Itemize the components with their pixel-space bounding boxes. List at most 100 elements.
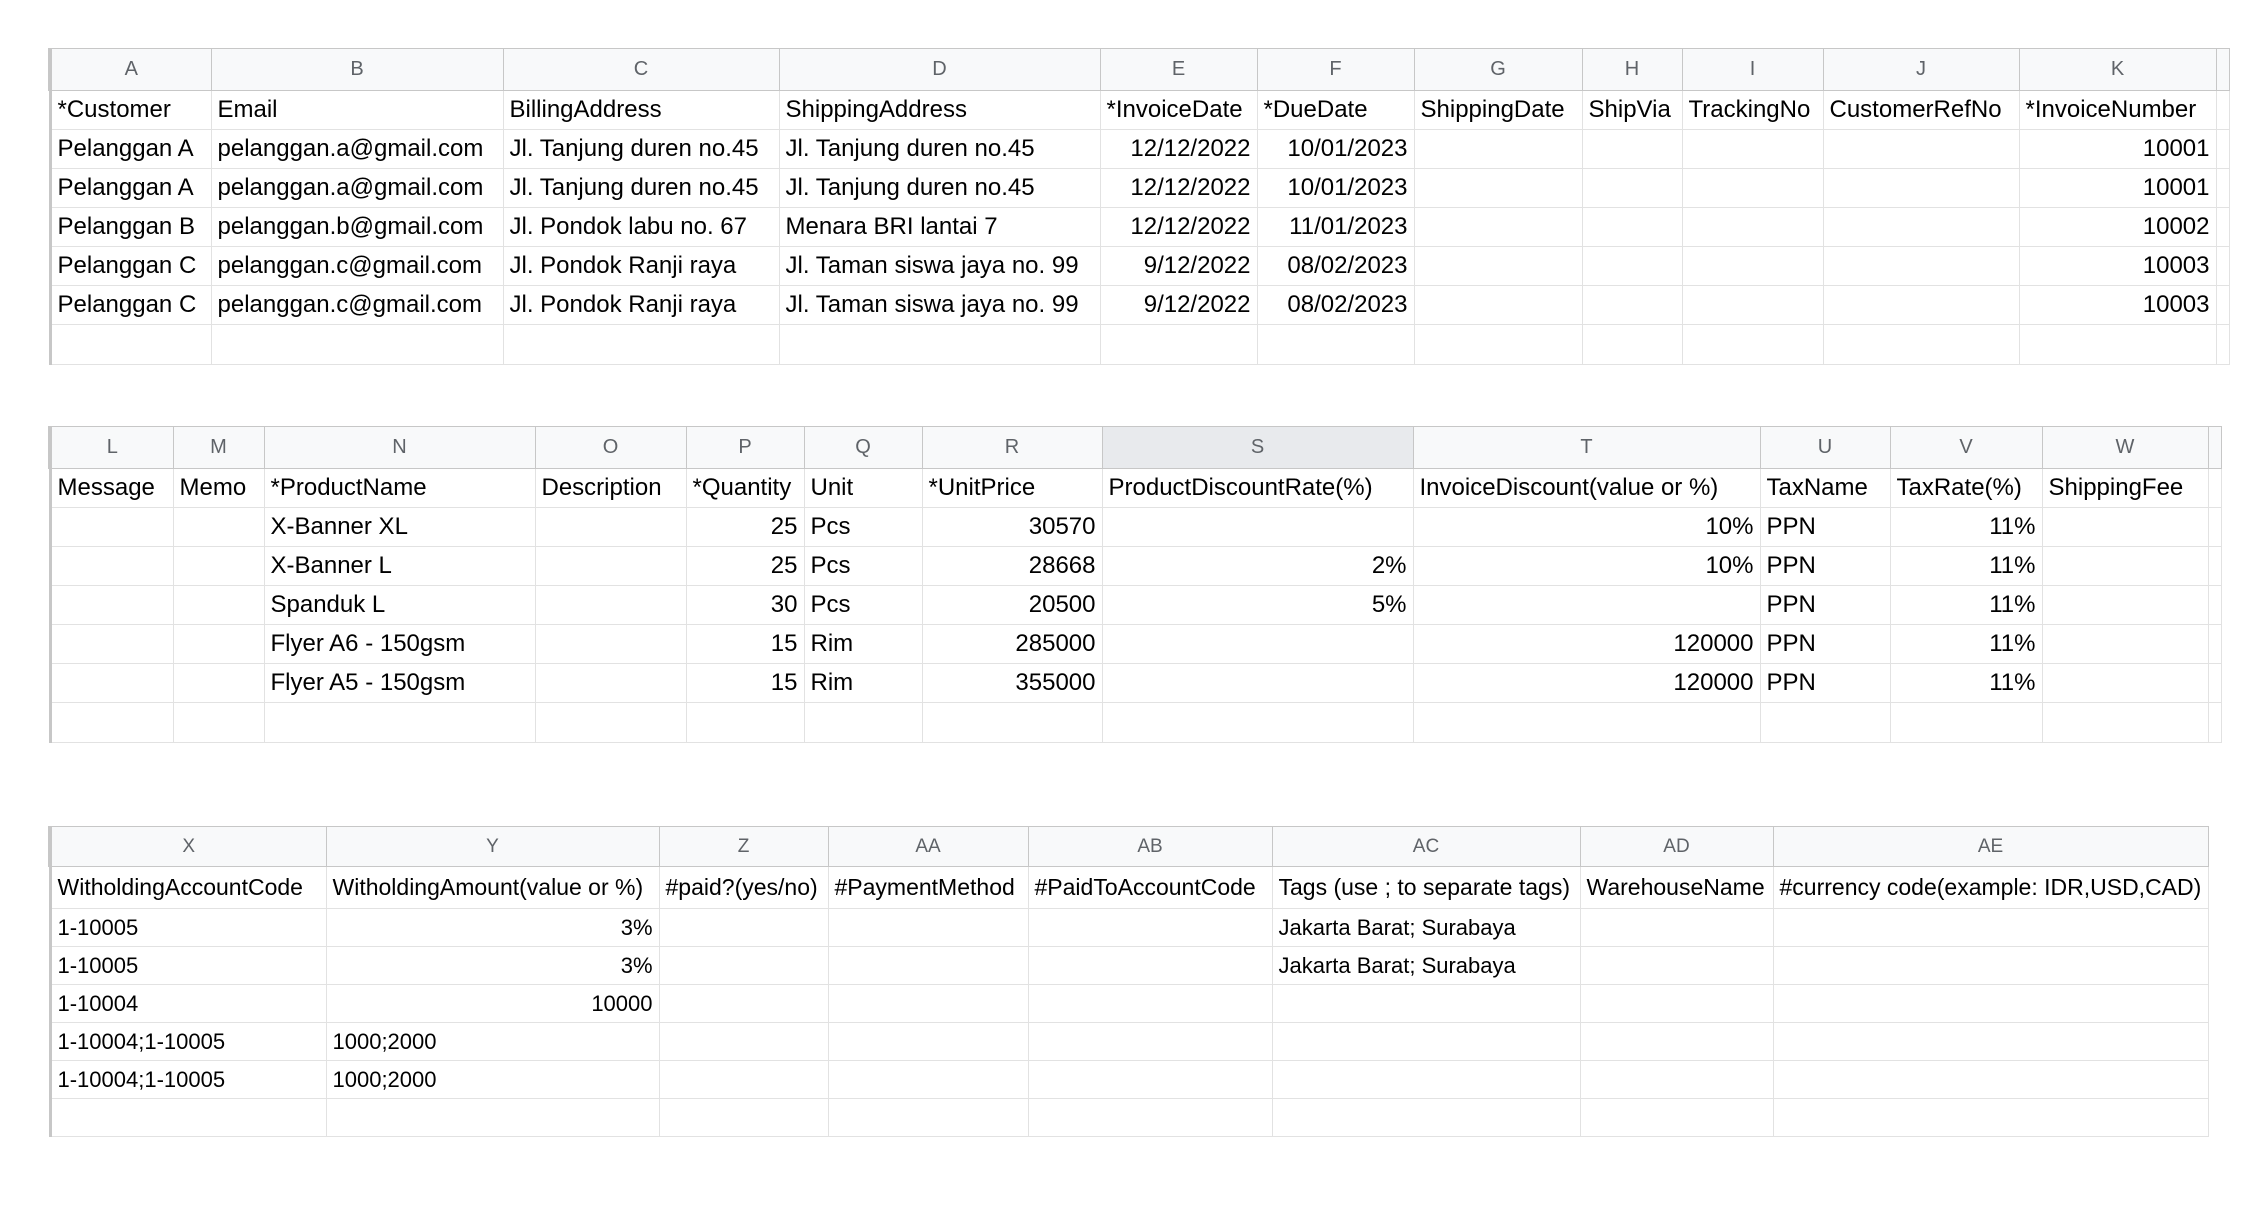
cell[interactable] xyxy=(1823,246,2020,286)
cell[interactable] xyxy=(173,507,265,547)
cell[interactable] xyxy=(2208,663,2222,703)
cell[interactable]: 1000;2000 xyxy=(326,1022,660,1061)
cell[interactable] xyxy=(1582,285,1683,325)
cell[interactable] xyxy=(804,702,923,743)
cell[interactable]: 285000 xyxy=(922,624,1103,664)
cell[interactable] xyxy=(828,1098,1029,1137)
column-header-h[interactable]: H xyxy=(1582,48,1683,91)
cell[interactable] xyxy=(1823,207,2020,247)
column-header-w[interactable]: W xyxy=(2042,426,2209,469)
cell[interactable]: 10% xyxy=(1413,507,1761,547)
cell[interactable]: Jl. Tanjung duren no.45 xyxy=(503,168,780,208)
cell[interactable] xyxy=(1102,702,1414,743)
cell[interactable] xyxy=(1823,285,2020,325)
cell[interactable] xyxy=(535,663,687,703)
column-header-ac[interactable]: AC xyxy=(1272,826,1581,867)
cell[interactable] xyxy=(48,546,174,586)
cell[interactable] xyxy=(2208,702,2222,743)
cell[interactable]: Jakarta Barat; Surabaya xyxy=(1272,946,1581,985)
cell[interactable] xyxy=(1823,168,2020,208)
cell[interactable] xyxy=(1413,702,1761,743)
cell[interactable]: 12/12/2022 xyxy=(1100,207,1258,247)
cell[interactable] xyxy=(1823,324,2020,365)
cell[interactable] xyxy=(535,507,687,547)
cell[interactable] xyxy=(2216,129,2230,169)
cell-header[interactable]: TaxName xyxy=(1760,468,1891,508)
cell-header[interactable]: *InvoiceNumber xyxy=(2019,90,2217,130)
cell[interactable]: Jl. Taman siswa jaya no. 99 xyxy=(779,285,1101,325)
cell[interactable]: 3% xyxy=(326,908,660,947)
column-header-e[interactable]: E xyxy=(1100,48,1258,91)
cell-header[interactable]: #PaymentMethod xyxy=(828,866,1029,909)
cell[interactable] xyxy=(1028,946,1273,985)
cell-header[interactable]: TrackingNo xyxy=(1682,90,1824,130)
cell[interactable]: 11% xyxy=(1890,624,2043,664)
cell[interactable] xyxy=(659,946,829,985)
cell[interactable]: Pelanggan C xyxy=(48,246,212,286)
column-header-ab[interactable]: AB xyxy=(1028,826,1273,867)
cell[interactable]: 30 xyxy=(686,585,805,625)
cell[interactable] xyxy=(2208,468,2222,508)
cell-header[interactable]: ShipVia xyxy=(1582,90,1683,130)
cell-header[interactable]: Memo xyxy=(173,468,265,508)
cell[interactable]: 1-10005 xyxy=(48,946,327,985)
cell[interactable] xyxy=(2042,624,2209,664)
cell[interactable] xyxy=(828,908,1029,947)
cell[interactable] xyxy=(1773,1022,2209,1061)
cell[interactable]: pelanggan.c@gmail.com xyxy=(211,285,504,325)
cell[interactable] xyxy=(1272,1060,1581,1099)
cell-header[interactable]: #currency code(example: IDR,USD,CAD) xyxy=(1773,866,2209,909)
cell[interactable] xyxy=(828,1060,1029,1099)
cell[interactable]: 11% xyxy=(1890,585,2043,625)
cell[interactable] xyxy=(173,624,265,664)
cell[interactable] xyxy=(1760,702,1891,743)
column-header-r[interactable]: R xyxy=(922,426,1103,469)
cell[interactable] xyxy=(1414,285,1583,325)
cell-header[interactable]: #PaidToAccountCode xyxy=(1028,866,1273,909)
cell[interactable]: 9/12/2022 xyxy=(1100,285,1258,325)
cell[interactable] xyxy=(1580,1098,1774,1137)
cell[interactable] xyxy=(1102,624,1414,664)
column-header-aa[interactable]: AA xyxy=(828,826,1029,867)
cell[interactable] xyxy=(1773,1098,2209,1137)
cell[interactable] xyxy=(2208,507,2222,547)
cell[interactable]: Flyer A5 - 150gsm xyxy=(264,663,536,703)
cell[interactable] xyxy=(1823,129,2020,169)
column-header-o[interactable]: O xyxy=(535,426,687,469)
cell[interactable]: Pelanggan B xyxy=(48,207,212,247)
cell[interactable] xyxy=(1580,1060,1774,1099)
cell-header[interactable]: Description xyxy=(535,468,687,508)
cell[interactable] xyxy=(686,702,805,743)
cell[interactable]: 10003 xyxy=(2019,246,2217,286)
cell[interactable] xyxy=(1272,1022,1581,1061)
column-header-ae[interactable]: AE xyxy=(1773,826,2209,867)
cell[interactable] xyxy=(1102,507,1414,547)
cell[interactable]: 355000 xyxy=(922,663,1103,703)
cell[interactable]: Rim xyxy=(804,624,923,664)
cell[interactable]: 28668 xyxy=(922,546,1103,586)
cell[interactable] xyxy=(659,984,829,1023)
column-header-v[interactable]: V xyxy=(1890,426,2043,469)
cell[interactable]: Pelanggan A xyxy=(48,129,212,169)
column-header-p[interactable]: P xyxy=(686,426,805,469)
cell-header[interactable]: WarehouseName xyxy=(1580,866,1774,909)
cell[interactable]: PPN xyxy=(1760,624,1891,664)
column-header-t[interactable]: T xyxy=(1413,426,1761,469)
cell[interactable] xyxy=(659,908,829,947)
cell[interactable] xyxy=(1580,908,1774,947)
cell[interactable] xyxy=(1582,168,1683,208)
cell[interactable] xyxy=(2216,168,2230,208)
cell-header[interactable]: *UnitPrice xyxy=(922,468,1103,508)
cell-header[interactable]: ShippingFee xyxy=(2042,468,2209,508)
column-header-f[interactable]: F xyxy=(1257,48,1415,91)
cell[interactable] xyxy=(48,624,174,664)
cell[interactable] xyxy=(1773,908,2209,947)
cell[interactable] xyxy=(922,702,1103,743)
cell[interactable]: Jl. Pondok Ranji raya xyxy=(503,285,780,325)
cell[interactable] xyxy=(2042,663,2209,703)
cell[interactable] xyxy=(48,507,174,547)
column-header-c[interactable]: C xyxy=(503,48,780,91)
cell[interactable]: PPN xyxy=(1760,663,1891,703)
cell[interactable] xyxy=(1028,1022,1273,1061)
cell[interactable]: Pelanggan C xyxy=(48,285,212,325)
